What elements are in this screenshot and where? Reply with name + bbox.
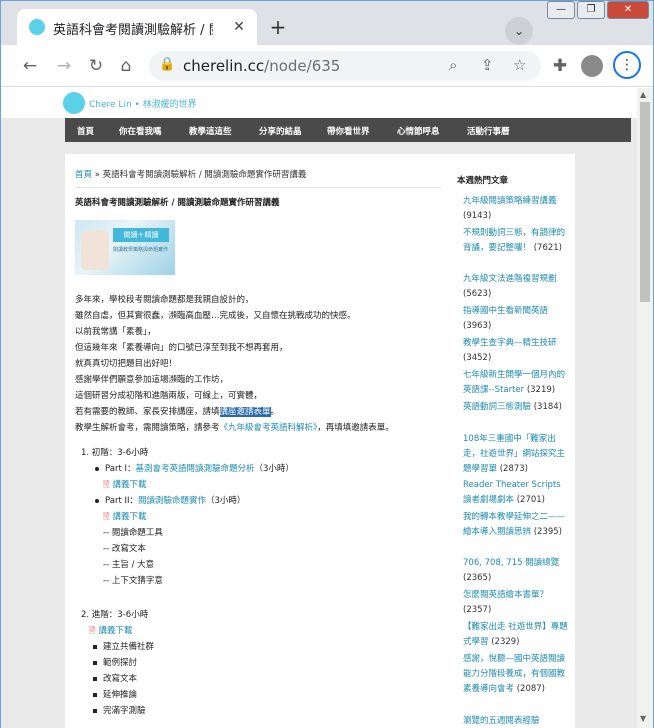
browser-window: 英語科會考閱讀測驗解析 / 閱讀測驗 ✕ + ⌄ — ❐ ✕ ← → ↻ ⌂ 🔒… [0,0,654,728]
divider [75,187,441,188]
sidebar-item[interactable]: 九年級閱讀策略練習講義 (9143) [463,194,571,224]
nav-item-mood[interactable]: 心情節呼息 [397,125,440,137]
reload-icon[interactable]: ↻ [85,55,107,77]
nav-item-calendar[interactable]: 活動行事曆 [467,125,510,137]
paragraph: 雖然自虐，但其實很蠢，瀕臨高血壓…完成後，又自懷在挑戰成功的快感。 [75,311,356,321]
paragraph: 多年來，學校段考閱讀命題都是我親自設計的， [75,295,254,305]
image-label: 閱讀＋精讀 [113,228,169,242]
list-item: 建立共備社群 [93,640,154,652]
sidebar-item[interactable]: 指導國中生看新聞英語 (3963) [463,304,571,334]
download-link[interactable]: 🗎 講義下載 [103,478,146,493]
list-item: 改寫文本 [93,672,137,684]
sidebar-item[interactable]: 我的轉本教學延伸之二——繪本導入閱讀思辨 (2395) [463,510,571,540]
pdf-icon: 🗎 [103,480,110,489]
minimize-button[interactable]: — [547,1,575,19]
sidebar-item[interactable]: 九年級文法進階複習規劃 (5623) [463,272,571,302]
sidebar-title: 本週熱門文章 [457,176,509,186]
list-item: 完滿字測驗 [93,704,146,716]
part1-link[interactable]: 基測會考英語閱讀測驗命題分析 [136,464,255,474]
analysis-link[interactable]: 《九年級會考英語科解析》 [220,423,318,433]
download-link[interactable]: 🗎 講義下載 [89,624,132,639]
list-item: 範例探討 [93,656,137,668]
list-item: Part II：閱讀測驗命題實作（3小時） [95,494,245,506]
sidebar-item[interactable]: 瀏覽的五週閱表經驗 [463,714,571,728]
extensions-icon[interactable]: ✚ [549,55,571,77]
tab-title: 英語科會考閱讀測驗解析 / 閱讀測驗 [53,23,213,38]
hand-graphic [81,230,109,270]
browser-tab[interactable]: 英語科會考閱讀測驗解析 / 閱讀測驗 ✕ [17,9,257,45]
paragraph: 以前我常講「素養」， [75,327,156,337]
bookmark-star-icon[interactable]: ☆ [513,56,526,74]
back-icon[interactable]: ← [19,55,41,77]
sidebar-item[interactable]: 不規則動詞三態，有韻律的背誦，要記整嘍！ (7621) [463,226,571,256]
nav-item-world[interactable]: 帶你看世界 [327,125,370,137]
url-text: cherelin.cc/node/635 [183,57,341,75]
new-tab-button[interactable]: + [265,15,291,41]
home-icon[interactable]: ⌂ [115,55,137,77]
nav-item-about[interactable]: 你在看我嗎 [119,125,162,137]
zoom-icon[interactable]: ⌕ [449,56,457,74]
sidebar-item[interactable]: 英語動詞三態測驗 (3184) [463,400,571,415]
forward-icon[interactable]: → [53,55,75,77]
profile-avatar[interactable] [581,55,603,77]
level1-heading: 1. 初階：3-6小時 [81,448,149,458]
list-item: Part I：基測會考英語閱讀測驗命題分析（3小時） [95,462,294,474]
sidebar-item[interactable]: 教學生查字典—精生技研 (3452) [463,336,571,366]
site-title[interactable]: Chere Lin • 林淑媛的世界 [89,97,197,110]
browser-menu-button[interactable]: ⋮ [613,51,641,79]
nav-item-teaching[interactable]: 教學這這些 [189,125,232,137]
level2-heading: 2. 進階：3-6小時 [81,610,149,620]
scrollbar-thumb[interactable] [640,102,650,302]
sidebar-item[interactable]: 【難家出走 社遊世界】專題式學習 (2329) [463,620,571,650]
share-icon[interactable]: ⇪ [481,56,494,74]
breadcrumb: 首頁 » 英語科會考閱讀測驗解析 / 閱讀測驗命題實作研習講義 [75,168,306,180]
address-bar[interactable]: 🔒 cherelin.cc/node/635 ⌕ ⇪ ☆ [149,51,541,81]
close-window-button[interactable]: ✕ [607,1,649,19]
invite-form-link[interactable]: 講座邀請表單 [219,407,271,417]
list-item: -- 改寫文本 [103,544,146,554]
list-item: -- 上下文猜字意 [103,576,163,586]
favicon-icon [29,19,45,35]
site-logo[interactable] [63,92,85,114]
tab-strip: 英語科會考閱讀測驗解析 / 閱讀測驗 ✕ + ⌄ — ❐ ✕ [1,1,653,45]
sidebar-item[interactable]: 怎麼閱英語繪本書單？ (2357) [463,588,571,618]
list-item: -- 閱讀命題工具 [103,528,163,538]
tab-search-button[interactable]: ⌄ [505,17,533,45]
tab-close-icon[interactable]: ✕ [229,17,249,37]
paragraph: 這個研習分成初階和進階兩版，可線上，可實體， [75,391,263,401]
sidebar-item[interactable]: 七年級新生開學一個月內的英語課--Starter (3219) [463,368,571,398]
scroll-up-icon[interactable]: ▲ [640,90,646,99]
main-nav: 首頁 你在看我嗎 教學這這些 分享的結晶 帶你看世界 心情節呼息 活動行事曆 [65,118,631,142]
breadcrumb-current: » 英語科會考閱讀測驗解析 / 閱讀測驗命題實作研習講義 [92,170,307,180]
sidebar-item[interactable]: 感謝，悅聽—國中英語閱讀能力分階段養成，有個國教素養導向會考 (2087) [463,652,571,697]
page-scrollbar[interactable]: ▲ ▼ [637,88,653,728]
article-image: 閱讀＋精讀 閱讀教學策略與命題實作 [75,220,175,275]
paragraph: 但這幾年來「素養導向」的口號已淳至到我不想再套用， [75,343,288,353]
page-viewport: Chere Lin • 林淑媛的世界 首頁 你在看我嗎 教學這這些 分享的結晶 … [1,88,637,728]
scroll-down-icon[interactable]: ▼ [640,714,646,723]
nav-item-home[interactable]: 首頁 [77,125,94,137]
sidebar-item[interactable]: 706, 708, 715 閱讀總覽 (2365) [463,556,571,586]
list-item: -- 主旨 / 大意 [103,560,155,570]
content-area: 首頁 » 英語科會考閱讀測驗解析 / 閱讀測驗命題實作研習講義 英語科會考閱讀測… [65,154,575,728]
browser-toolbar: ← → ↻ ⌂ 🔒 cherelin.cc/node/635 ⌕ ⇪ ☆ ✚ ⋮ [1,45,653,87]
pdf-icon: 🗎 [103,512,110,521]
list-item: 延伸推論 [93,688,137,700]
page-title: 英語科會考閱讀測驗解析 / 閱讀測驗命題實作研習講義 [75,198,280,208]
part2-link[interactable]: 閱讀測驗命題實作 [138,496,206,506]
breadcrumb-home-link[interactable]: 首頁 [75,170,92,180]
image-sublabel: 閱讀教學策略與命題實作 [113,247,169,253]
site-header: Chere Lin • 林淑媛的世界 [1,88,637,118]
nav-item-sharing[interactable]: 分享的結晶 [259,125,302,137]
sidebar-item[interactable]: 108年三重國中「難家出走，社遊世界」網站探究主題學習單 (2873) [463,432,571,477]
sidebar-item[interactable]: Reader Theater Scripts 讀者劇場劇本 (2701) [463,478,571,508]
maximize-button[interactable]: ❐ [577,1,605,19]
paragraph: 就真真切切把題目出好吧！ [75,359,178,369]
paragraph: 感謝學伴們願意參加這場瀕臨的工作坊， [75,375,229,385]
paragraph: 教學生解析會考，需閱讀策略，請參考《九年級會考英語科解析》，再填填邀請表單。 [75,423,394,433]
pdf-icon: 🗎 [89,626,96,635]
download-link[interactable]: 🗎 講義下載 [103,510,146,525]
paragraph: 若有需要的教師、家長安排講座，請填講座邀請表單。 [75,407,280,417]
lock-icon: 🔒 [159,57,176,72]
